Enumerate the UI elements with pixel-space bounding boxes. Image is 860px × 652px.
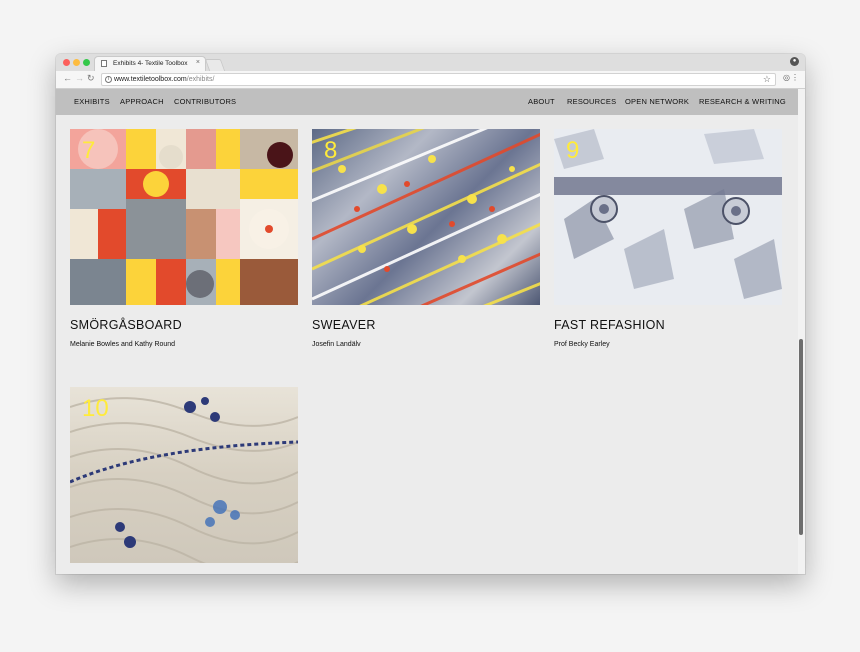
nav-open-network[interactable]: OPEN NETWORK [625, 97, 689, 106]
exhibit-card[interactable]: 10 [70, 387, 298, 563]
nav-about[interactable]: ABOUT [528, 97, 555, 106]
address-bar[interactable]: i www.textiletoolbox.com/exhibits/ ☆ [101, 73, 776, 86]
exhibit-title[interactable]: FAST REFASHION [554, 318, 665, 332]
smorgasboard-pattern-image [70, 129, 298, 305]
tab-close-icon[interactable]: × [196, 59, 200, 66]
exhibit-author: Prof Becky Earley [554, 341, 610, 348]
exhibit-number: 7 [82, 137, 96, 164]
exhibit-thumbnail[interactable]: 10 [70, 387, 298, 563]
browser-tab[interactable]: Exhibits 4- Textile Toolbox × [94, 56, 206, 71]
star-icon[interactable]: ☆ [763, 74, 771, 85]
url-domain: www.textiletoolbox.com [114, 76, 187, 83]
nav-contributors[interactable]: CONTRIBUTORS [174, 97, 236, 106]
tab-title: Exhibits 4- Textile Toolbox [113, 60, 188, 67]
sweaver-weave-image [312, 129, 540, 305]
profile-icon[interactable]: ● [790, 57, 799, 66]
extension-icon[interactable]: ◎ [783, 73, 790, 82]
exhibits-grid: 7 SMÖRGÅSBOARD Melanie Bowles and Kathy … [56, 115, 798, 574]
exhibit-card[interactable]: 9 FAST REFASHION Prof Becky Earley [554, 129, 782, 348]
forward-arrow-icon[interactable]: → [75, 73, 84, 83]
url-path: /exhibits/ [186, 76, 215, 83]
exhibit-number: 8 [324, 137, 338, 164]
info-icon[interactable]: i [105, 76, 112, 83]
exhibit-card[interactable]: 8 SWEAVER Josefin Landälv [312, 129, 540, 348]
exhibit-author: Josefin Landälv [312, 341, 361, 348]
nav-exhibits[interactable]: EXHIBITS [74, 97, 110, 106]
close-window-button[interactable] [63, 59, 70, 66]
back-arrow-icon[interactable]: ← [63, 73, 72, 83]
exhibit-number: 9 [566, 137, 580, 164]
nav-resources[interactable]: RESOURCES [567, 97, 616, 106]
menu-dots-icon[interactable]: ⋮ [791, 73, 799, 82]
exhibit-thumbnail[interactable]: 9 [554, 129, 782, 305]
exhibit-author: Melanie Bowles and Kathy Round [70, 341, 176, 348]
maximize-window-button[interactable] [83, 59, 90, 66]
tab-bar: Exhibits 4- Textile Toolbox × ● [56, 54, 805, 71]
scrollbar-thumb[interactable] [799, 339, 803, 535]
scrollbar[interactable] [798, 89, 805, 574]
fast-refashion-shirt-image [554, 129, 782, 305]
page-icon [101, 60, 107, 67]
new-tab-button[interactable] [204, 59, 226, 71]
nav-approach[interactable]: APPROACH [120, 97, 164, 106]
site-navigation: EXHIBITS APPROACH CONTRIBUTORS ABOUT RES… [56, 89, 798, 115]
exhibit-title[interactable]: SMÖRGÅSBOARD [70, 318, 182, 332]
exhibit-thumbnail[interactable]: 7 [70, 129, 298, 305]
exhibit-title[interactable]: SWEAVER [312, 318, 376, 332]
exhibit-thumbnail[interactable]: 8 [312, 129, 540, 305]
exhibit-card[interactable]: 7 SMÖRGÅSBOARD Melanie Bowles and Kathy … [70, 129, 298, 348]
reload-icon[interactable]: ↻ [87, 73, 95, 84]
exhibit-number: 10 [82, 395, 109, 422]
browser-window: Exhibits 4- Textile Toolbox × ● ← → ↻ i … [56, 54, 805, 574]
browser-toolbar: ← → ↻ i www.textiletoolbox.com/exhibits/… [56, 71, 805, 89]
nav-research-writing[interactable]: RESEARCH & WRITING [699, 97, 786, 106]
minimize-window-button[interactable] [73, 59, 80, 66]
